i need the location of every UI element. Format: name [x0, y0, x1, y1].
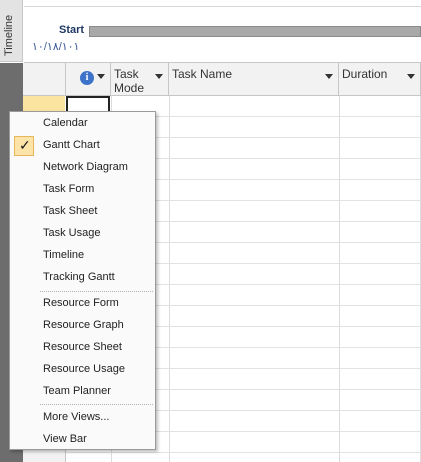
menu-item-resource-form[interactable]: Resource Form	[10, 293, 155, 315]
checkmark-box: ✓	[14, 136, 34, 156]
task-mode-header-label: Task Mode	[114, 67, 145, 95]
chevron-down-icon[interactable]	[97, 74, 105, 79]
info-icon: i	[80, 71, 94, 85]
menu-item-label: Timeline	[43, 249, 85, 261]
menu-separator	[40, 404, 153, 405]
menu-item-network-diagram[interactable]: Network Diagram	[10, 157, 155, 179]
column-header-task-name[interactable]: Task Name	[169, 63, 339, 96]
timeline-divider	[24, 6, 421, 7]
menu-item-label: Resource Sheet	[43, 341, 122, 353]
menu-item-label: View Bar	[43, 433, 87, 445]
menu-item-label: Calendar	[43, 117, 88, 129]
column-header-task-mode[interactable]: Task Mode	[111, 63, 169, 96]
menu-item-view-bar[interactable]: View Bar	[10, 429, 155, 451]
menu-item-resource-graph[interactable]: Resource Graph	[10, 315, 155, 337]
menu-item-resource-usage[interactable]: Resource Usage	[10, 359, 155, 381]
menu-separator	[40, 291, 153, 292]
menu-item-label: Task Usage	[43, 227, 101, 239]
menu-item-label: Task Sheet	[43, 205, 98, 217]
timeline-side-label: Timeline	[3, 14, 15, 56]
checkmark-icon: ✓	[19, 137, 31, 153]
menu-item-label: Network Diagram	[43, 161, 128, 173]
menu-item-label: Gantt Chart	[43, 139, 100, 151]
timeline-pane[interactable]: Start ١٠/١٨/١٠١	[24, 0, 421, 63]
timeline-bar[interactable]	[89, 26, 421, 37]
menu-item-label: Tracking Gantt	[43, 271, 115, 283]
menu-item-task-sheet[interactable]: Task Sheet	[10, 201, 155, 223]
menu-item-label: More Views...	[43, 411, 110, 423]
menu-item-label: Task Form	[43, 183, 95, 195]
timeline-start-label: Start	[59, 24, 85, 36]
timeline-start-date: ١٠/١٨/١٠١	[32, 41, 80, 53]
menu-item-gantt-chart[interactable]: ✓ Gantt Chart	[10, 135, 155, 157]
menu-item-calendar[interactable]: Calendar	[10, 113, 155, 135]
menu-item-label: Resource Form	[43, 297, 119, 309]
menu-item-tracking-gantt[interactable]: Tracking Gantt	[10, 267, 155, 289]
menu-item-label: Resource Usage	[43, 363, 125, 375]
menu-item-label: Resource Graph	[43, 319, 124, 331]
menu-item-task-usage[interactable]: Task Usage	[10, 223, 155, 245]
select-all-corner[interactable]	[23, 63, 66, 96]
task-name-header-label: Task Name	[172, 67, 233, 81]
views-context-menu: Calendar ✓ Gantt Chart Network Diagram T…	[9, 111, 156, 450]
menu-item-more-views[interactable]: More Views...	[10, 407, 155, 429]
menu-item-label: Team Planner	[43, 385, 111, 397]
menu-item-resource-sheet[interactable]: Resource Sheet	[10, 337, 155, 359]
column-divider	[339, 96, 340, 462]
menu-item-team-planner[interactable]: Team Planner	[10, 381, 155, 403]
row-divider	[66, 452, 421, 453]
duration-header-label: Duration	[342, 67, 388, 81]
chevron-down-icon[interactable]	[407, 74, 415, 79]
menu-item-timeline[interactable]: Timeline	[10, 245, 155, 267]
column-header-indicators[interactable]: i	[66, 63, 111, 96]
chevron-down-icon[interactable]	[155, 74, 163, 79]
column-divider	[169, 96, 170, 462]
chevron-down-icon[interactable]	[325, 74, 333, 79]
column-header-duration[interactable]: Duration	[339, 63, 421, 96]
menu-item-task-form[interactable]: Task Form	[10, 179, 155, 201]
timeline-side-tab[interactable]: Timeline	[0, 0, 23, 62]
